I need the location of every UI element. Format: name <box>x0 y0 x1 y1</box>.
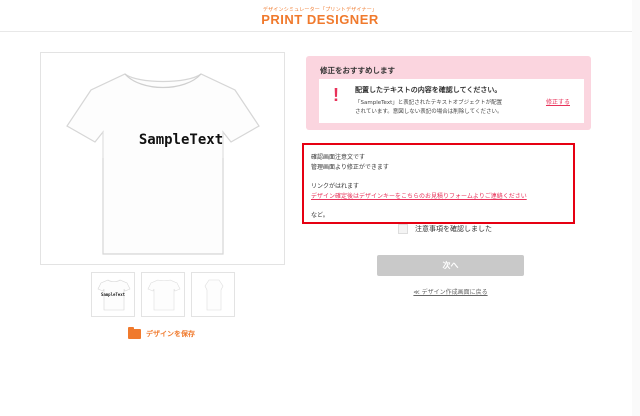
recommendation-notice: 修正をおすすめします ! 配置したテキストの内容を確認してください。 「Samp… <box>306 56 591 130</box>
thumbnail-side[interactable] <box>191 272 235 317</box>
notice-body-line-2: されています。意図しない表記の場合は削除してください。 <box>355 109 503 115</box>
attention-line-1: 確認画面注意文です <box>311 154 366 161</box>
exclamation-icon: ! <box>333 85 339 105</box>
design-preview: SampleText <box>40 52 285 265</box>
confirm-label[interactable]: 注意事項を確認しました <box>415 224 492 234</box>
header: デザインシミュレーター「プリントデザイナー」 PRINT DESIGNER <box>0 0 640 32</box>
scrollbar[interactable] <box>632 0 640 416</box>
attention-line-2: 管理画面より修正ができます <box>311 164 389 171</box>
confirm-checkbox[interactable] <box>398 224 408 234</box>
folder-icon <box>128 327 141 339</box>
design-text[interactable]: SampleText <box>126 132 236 148</box>
logo[interactable]: PRINT DESIGNER <box>0 12 640 27</box>
notice-body: 「SampleText」と表記されたテキストオブジェクトが配置 されています。意… <box>355 99 535 117</box>
notice-body-line-1: 「SampleText」と表記されたテキストオブジェクトが配置 <box>355 100 503 106</box>
next-button[interactable]: 次へ <box>377 255 524 276</box>
back-to-design-link[interactable]: ≪ デザイン作成画面に戻る <box>377 287 524 296</box>
thumbnail-back[interactable] <box>141 272 185 317</box>
save-design-button[interactable]: デザインを保存 <box>128 327 195 340</box>
attention-box: 確認画面注意文です 管理画面より修正ができます リンクがはれます デザイン確定後… <box>302 143 575 224</box>
attention-line-4: など。 <box>311 212 329 219</box>
save-design-label: デザインを保存 <box>146 330 195 338</box>
notice-title: 修正をおすすめします <box>320 66 395 75</box>
tshirt-image <box>66 73 260 255</box>
attention-line-3: リンクがはれます <box>311 183 360 190</box>
notice-message-box: ! 配置したテキストの内容を確認してください。 「SampleText」と表記さ… <box>319 79 584 123</box>
thumbnail-text: SampleText <box>100 292 126 297</box>
confirm-checkbox-row[interactable]: 注意事項を確認しました <box>398 224 492 234</box>
tshirt-side-icon <box>204 279 224 311</box>
fix-link[interactable]: 修正する <box>546 97 570 106</box>
estimate-form-link[interactable]: デザイン確定後はデザインキーをこちらのお見積りフォームよりご連絡ください <box>311 191 527 200</box>
tshirt-back-icon <box>147 279 181 311</box>
notice-heading: 配置したテキストの内容を確認してください。 <box>355 86 502 94</box>
thumbnail-front[interactable]: SampleText <box>91 272 135 317</box>
